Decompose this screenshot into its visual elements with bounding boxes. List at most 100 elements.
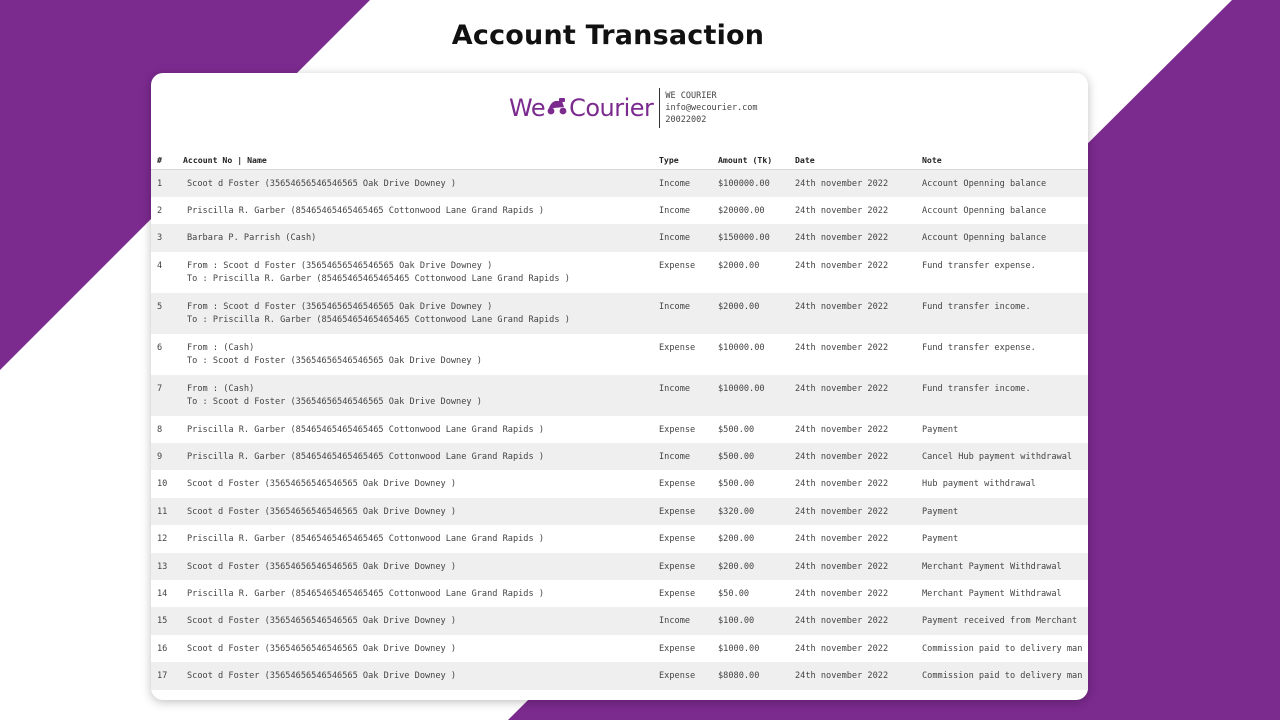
row-type: Income: [659, 179, 691, 189]
row-type: Income: [659, 301, 691, 312]
row-note: Commission paid to delivery man: [922, 671, 1083, 682]
row-number: 17: [157, 671, 168, 682]
brand-divider: [659, 88, 661, 128]
row-amount: $1000.00: [718, 643, 760, 654]
row-account: Scoot d Foster (35654656546546565 Oak Dr…: [177, 553, 653, 580]
account-line: Scoot d Foster (35654656546546565 Oak Dr…: [187, 561, 457, 572]
table-row: 17 Scoot d Foster (35654656546546565 Oak …: [151, 662, 1088, 690]
row-amount: $10000.00: [718, 383, 765, 394]
row-note: Account Openning balance: [922, 233, 1047, 244]
row-date: 24th november 2022: [795, 561, 889, 572]
account-line: Priscilla R. Garber (85465465465465465 C…: [187, 424, 544, 435]
row-amount: $150000.00: [718, 233, 770, 244]
column-header-amount: Amount (Tk): [712, 150, 789, 170]
table-row: 15 Scoot d Foster (35654656546546565 Oak …: [151, 607, 1088, 635]
row-number: 6: [157, 342, 163, 353]
row-type: Expense: [659, 342, 696, 353]
table-row: 14 Priscilla R. Garber (85465465465465465…: [151, 580, 1088, 608]
table-row: 8 Priscilla R. Garber (85465465465465465 …: [151, 415, 1088, 444]
row-date: 24th november 2022: [795, 506, 889, 517]
column-header-date: Date: [789, 150, 916, 170]
row-amount: $500.00: [718, 452, 755, 463]
row-date: 24th november 2022: [795, 233, 889, 244]
row-type: Expense: [659, 671, 696, 682]
row-date: 24th november 2022: [795, 205, 889, 216]
account-line: Scoot d Foster (35654656546546565 Oak Dr…: [187, 616, 457, 627]
column-header-note: Note: [916, 150, 1088, 170]
page-title: Account Transaction: [451, 20, 765, 51]
row-amount: $2000.00: [718, 301, 760, 312]
table-row: 4 From : Scoot d Foster (3565465654654656…: [151, 251, 1088, 293]
row-number: 8: [157, 424, 163, 435]
row-type: Expense: [659, 643, 696, 654]
row-number: 16: [157, 643, 168, 654]
table-row: 11 Scoot d Foster (35654656546546565 Oak …: [151, 497, 1088, 526]
row-number: 13: [157, 561, 168, 572]
row-amount: $100000.00: [718, 179, 770, 189]
row-type: Income: [659, 616, 691, 627]
row-date: 24th november 2022: [795, 616, 889, 627]
row-account: Priscilla R. Garber (85465465465465465 C…: [177, 197, 653, 224]
row-date: 24th november 2022: [795, 534, 889, 545]
brand-header: We Courier WE COURIER info@wecourier.com…: [509, 87, 758, 129]
row-date: 24th november 2022: [795, 179, 889, 189]
row-type: Expense: [659, 589, 696, 600]
row-note: Merchant Payment Withdrawal: [922, 589, 1062, 600]
company-phone: 20022002: [665, 115, 707, 125]
row-type: Expense: [659, 424, 696, 435]
account-line: Scoot d Foster (35654656546546565 Oak Dr…: [187, 671, 457, 682]
table-row: 6 From : (Cash) To : Scoot d Foster (35654…: [151, 333, 1088, 375]
row-account: Scoot d Foster (35654656546546565 Oak Dr…: [177, 662, 653, 689]
row-number: 2: [157, 205, 163, 216]
account-line: Priscilla R. Garber (85465465465465465 C…: [187, 589, 544, 600]
row-account: Scoot d Foster (35654656546546565 Oak Dr…: [177, 170, 653, 197]
row-number: 7: [157, 383, 163, 394]
row-type: Expense: [659, 506, 696, 517]
row-amount: $10000.00: [718, 342, 765, 353]
row-date: 24th november 2022: [795, 342, 889, 353]
row-account: Priscilla R. Garber (85465465465465465 C…: [177, 525, 653, 552]
row-number: 9: [157, 452, 163, 463]
account-line: From : (Cash): [187, 383, 255, 394]
row-note: Payment: [922, 424, 959, 435]
table-header-row: # Account No | Name Type Amount (Tk) Dat…: [151, 150, 1088, 170]
row-number: 1: [157, 179, 163, 189]
row-note: Fund transfer expense.: [922, 260, 1036, 271]
row-date: 24th november 2022: [795, 301, 889, 312]
row-type: Income: [659, 383, 691, 394]
account-line: From : Scoot d Foster (35654656546546565…: [187, 260, 493, 271]
table-row: 5 From : Scoot d Foster (3565465654654656…: [151, 292, 1088, 334]
row-type: Expense: [659, 561, 696, 572]
row-note: Account Openning balance: [922, 205, 1047, 216]
row-account: Scoot d Foster (35654656546546565 Oak Dr…: [177, 607, 653, 634]
row-amount: $200.00: [718, 534, 755, 545]
account-line: To : Priscilla R. Garber (85465465465465…: [187, 314, 570, 325]
row-note: Payment: [922, 506, 959, 517]
column-header-number: #: [151, 150, 177, 170]
account-line: Scoot d Foster (35654656546546565 Oak Dr…: [187, 479, 457, 490]
row-account: Scoot d Foster (35654656546546565 Oak Dr…: [177, 635, 653, 662]
table-row: 9 Priscilla R. Garber (85465465465465465 …: [151, 443, 1088, 471]
account-line: From : (Cash): [187, 342, 255, 353]
row-amount: $500.00: [718, 479, 755, 490]
scooter-icon: [546, 94, 568, 122]
table-row: 3 Barbara P. Parrish (Cash) Income $150000.…: [151, 224, 1088, 252]
row-date: 24th november 2022: [795, 671, 889, 682]
account-line: To : Priscilla R. Garber (85465465465465…: [187, 273, 570, 284]
account-line: Priscilla R. Garber (85465465465465465 C…: [187, 205, 544, 216]
row-date: 24th november 2022: [795, 260, 889, 271]
row-amount: $8080.00: [718, 671, 760, 682]
row-note: Fund transfer income.: [922, 301, 1031, 312]
row-type: Income: [659, 205, 691, 216]
table-row: 12 Priscilla R. Garber (85465465465465465…: [151, 525, 1088, 553]
row-number: 3: [157, 233, 163, 244]
row-note: Merchant Payment Withdrawal: [922, 561, 1062, 572]
row-number: 15: [157, 616, 168, 627]
table-row: 1 Scoot d Foster (35654656546546565 Oak D…: [151, 169, 1088, 197]
row-date: 24th november 2022: [795, 383, 889, 394]
row-number: 4: [157, 260, 163, 271]
row-date: 24th november 2022: [795, 589, 889, 600]
row-amount: $500.00: [718, 424, 755, 435]
row-account: From : (Cash) To : Scoot d Foster (356546…: [177, 375, 653, 416]
row-account: Priscilla R. Garber (85465465465465465 C…: [177, 443, 653, 470]
